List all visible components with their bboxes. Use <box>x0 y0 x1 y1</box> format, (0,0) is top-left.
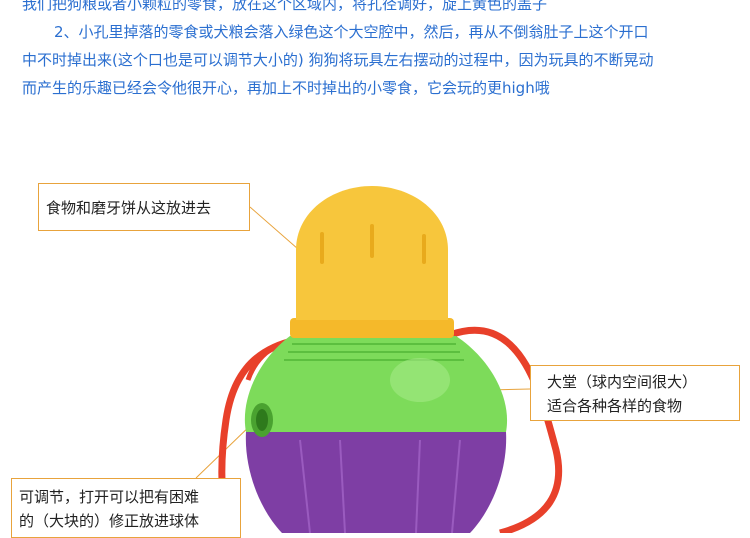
callout-adjustable-opening: 可调节，打开可以把有困难 的（大块的）修正放进球体 <box>11 478 241 538</box>
yellow-cap <box>290 186 454 338</box>
callout-fill-opening: 食物和磨牙饼从这放进去 <box>38 183 250 231</box>
callout-adjustable-opening-line2: 的（大块的）修正放进球体 <box>19 512 200 530</box>
adjustable-opening-icon <box>251 403 273 437</box>
green-body-highlight <box>390 358 450 402</box>
green-body <box>244 336 508 432</box>
purple-base <box>245 432 507 533</box>
callout-inner-chamber: 大堂（球内空间很大） 适合各种各样的食物 <box>530 365 740 421</box>
product-illustration <box>195 186 563 533</box>
callout-inner-chamber-line2: 适合各种各样的食物 <box>547 397 683 415</box>
callout-fill-opening-text: 食物和磨牙饼从这放进去 <box>46 199 212 217</box>
callout-adjustable-opening-line1: 可调节，打开可以把有困难 <box>19 488 200 506</box>
callout-inner-chamber-line1: 大堂（球内空间很大） <box>547 373 698 391</box>
